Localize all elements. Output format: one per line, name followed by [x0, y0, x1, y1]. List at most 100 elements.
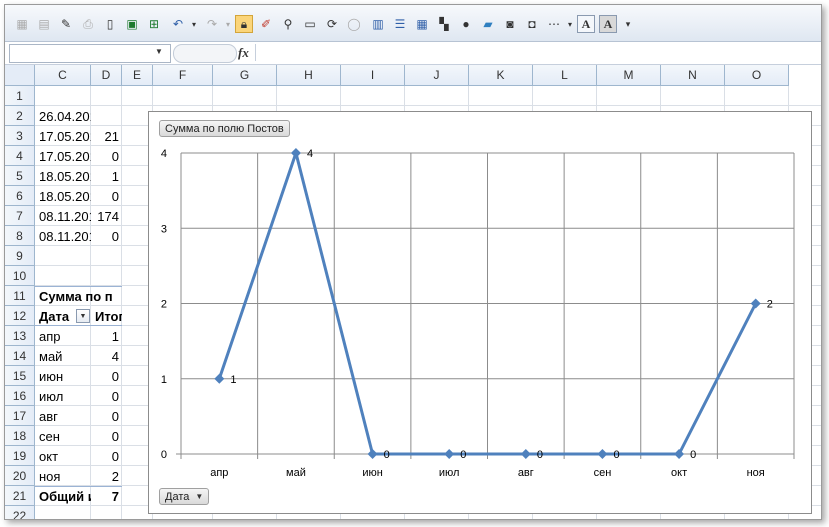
row-header-11[interactable]: 11: [5, 286, 35, 306]
row-header-4[interactable]: 4: [5, 146, 35, 166]
row-header-22[interactable]: 22: [5, 506, 35, 519]
value-cell[interactable]: 0: [91, 186, 122, 206]
pivot-row-value[interactable]: 0: [91, 386, 122, 406]
pivot-row-label[interactable]: сен: [35, 426, 91, 446]
formula-input[interactable]: [255, 44, 818, 61]
value-cell[interactable]: 21: [91, 126, 122, 146]
pivot-row-label[interactable]: окт: [35, 446, 91, 466]
print-preview-icon[interactable]: ⎙: [79, 15, 97, 33]
value-cell[interactable]: 174: [91, 206, 122, 226]
select-all-corner[interactable]: [5, 65, 35, 86]
pivot-total-header-cell[interactable]: Итог: [91, 306, 122, 326]
new-document-icon[interactable]: ▯: [101, 15, 119, 33]
column-header-I[interactable]: I: [341, 65, 405, 86]
date-cell[interactable]: 18.05.2014: [35, 166, 91, 186]
row-filter-dropdown-icon[interactable]: ▼: [76, 309, 90, 323]
refresh-icon[interactable]: ⟳: [323, 15, 341, 33]
value-cell[interactable]: 1: [91, 166, 122, 186]
column-header-G[interactable]: G: [213, 65, 277, 86]
column-header-F[interactable]: F: [153, 65, 213, 86]
pivot-row-label[interactable]: ноя: [35, 466, 91, 486]
pivot-table-icon[interactable]: ▦: [13, 15, 31, 33]
row-header-18[interactable]: 18: [5, 426, 35, 446]
row-header-15[interactable]: 15: [5, 366, 35, 386]
zoom-icon[interactable]: ⚲: [279, 15, 297, 33]
date-cell[interactable]: 08.11.2014: [35, 226, 91, 246]
row-header-14[interactable]: 14: [5, 346, 35, 366]
row-header-6[interactable]: 6: [5, 186, 35, 206]
column-header-L[interactable]: L: [533, 65, 597, 86]
date-cell[interactable]: 08.11.2014: [35, 206, 91, 226]
column-header-K[interactable]: K: [469, 65, 533, 86]
sheet-icon[interactable]: ▭: [301, 15, 319, 33]
column-header-J[interactable]: J: [405, 65, 469, 86]
lock-icon[interactable]: 🔒︎: [235, 15, 253, 33]
row-header-12[interactable]: 12: [5, 306, 35, 326]
freeze-panes-icon[interactable]: ▚: [435, 15, 453, 33]
pivot-row-value[interactable]: 0: [91, 406, 122, 426]
row-header-13[interactable]: 13: [5, 326, 35, 346]
pivot-row-label[interactable]: май: [35, 346, 91, 366]
spell-check-icon[interactable]: ✎: [57, 15, 75, 33]
name-box[interactable]: [9, 44, 171, 63]
image-icon[interactable]: ▰: [479, 15, 497, 33]
row-header-17[interactable]: 17: [5, 406, 35, 426]
column-header-O[interactable]: O: [725, 65, 789, 86]
font-color-icon[interactable]: A: [577, 15, 595, 33]
grand-total-value[interactable]: 7: [91, 486, 122, 506]
customize-toolbar-icon[interactable]: ▾: [619, 15, 637, 33]
value-cell[interactable]: 0: [91, 146, 122, 166]
ball-icon[interactable]: ●: [457, 15, 475, 33]
camera-icon[interactable]: ◙: [501, 15, 519, 33]
undo-dropdown-icon[interactable]: ▾: [185, 15, 203, 33]
chart-wizard-icon[interactable]: ▤: [35, 15, 53, 33]
column-header-E[interactable]: E: [122, 65, 153, 86]
column-header-H[interactable]: H: [277, 65, 341, 86]
insert-function-button[interactable]: fx: [238, 45, 249, 61]
row-header-1[interactable]: 1: [5, 86, 35, 106]
column-header-M[interactable]: M: [597, 65, 661, 86]
column-header-D[interactable]: D: [91, 65, 122, 86]
format-painter-icon[interactable]: ✐: [257, 15, 275, 33]
pivot-row-label[interactable]: июн: [35, 366, 91, 386]
value-cell[interactable]: [91, 106, 122, 126]
date-cell[interactable]: 17.05.2014: [35, 146, 91, 166]
row-header-7[interactable]: 7: [5, 206, 35, 226]
excel-export-icon[interactable]: ▣: [123, 15, 141, 33]
pivot-row-value[interactable]: 0: [91, 366, 122, 386]
grand-total-label[interactable]: Общий итс: [35, 486, 91, 506]
date-cell[interactable]: 26.04.2014: [35, 106, 91, 126]
pivot-title-cell[interactable]: Сумма по п: [35, 286, 112, 306]
row-header-5[interactable]: 5: [5, 166, 35, 186]
row-header-9[interactable]: 9: [5, 246, 35, 266]
highlight-icon[interactable]: A: [599, 15, 617, 33]
grid-icon[interactable]: ▦: [413, 15, 431, 33]
column-header-N[interactable]: N: [661, 65, 725, 86]
column-header-C[interactable]: C: [35, 65, 91, 86]
row-header-16[interactable]: 16: [5, 386, 35, 406]
pivot-row-value[interactable]: 0: [91, 446, 122, 466]
pivot-row-label[interactable]: апр: [35, 326, 91, 346]
row-header-3[interactable]: 3: [5, 126, 35, 146]
photo-icon[interactable]: ◘: [523, 15, 541, 33]
row-header-10[interactable]: 10: [5, 266, 35, 286]
pivot-row-value[interactable]: 4: [91, 346, 122, 366]
list-icon[interactable]: ☰: [391, 15, 409, 33]
pivot-row-label[interactable]: июл: [35, 386, 91, 406]
insert-table-icon[interactable]: ⊞: [145, 15, 163, 33]
date-cell[interactable]: 17.05.2014: [35, 126, 91, 146]
row-header-2[interactable]: 2: [5, 106, 35, 126]
form-icon[interactable]: ▥: [369, 15, 387, 33]
pivot-row-value[interactable]: 1: [91, 326, 122, 346]
row-header-8[interactable]: 8: [5, 226, 35, 246]
pivot-row-value[interactable]: 2: [91, 466, 122, 486]
row-header-21[interactable]: 21: [5, 486, 35, 506]
value-cell[interactable]: 0: [91, 226, 122, 246]
pivot-row-label[interactable]: авг: [35, 406, 91, 426]
pivot-chart[interactable]: Сумма по полю Постов Дата ▼ 0 1 2 3 4 апр май и…: [148, 111, 812, 514]
row-header-19[interactable]: 19: [5, 446, 35, 466]
row-header-20[interactable]: 20: [5, 466, 35, 486]
name-box-dropdown-icon[interactable]: ▼: [155, 47, 163, 56]
date-cell[interactable]: 18.05.2014: [35, 186, 91, 206]
pivot-row-value[interactable]: 0: [91, 426, 122, 446]
